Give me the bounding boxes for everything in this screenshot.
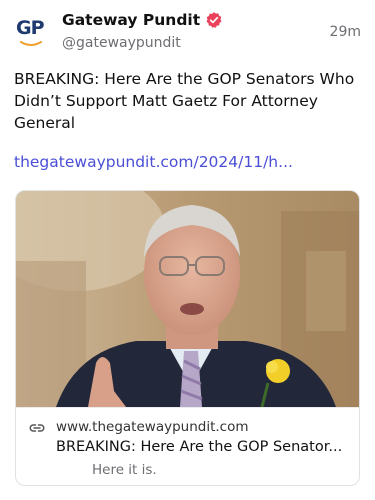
link-preview-card[interactable]: www.thegatewaypundit.com BREAKING: Here … [15, 190, 360, 486]
avatar[interactable]: GP [14, 14, 50, 50]
post-header: GP Gateway Pundit @gatewaypundit 29m [14, 10, 361, 58]
link-domain: www.thegatewaypundit.com [56, 419, 249, 435]
post-link[interactable]: thegatewaypundit.com/2024/11/h... [14, 153, 293, 171]
post-timestamp: 29m [329, 24, 361, 40]
author-handle[interactable]: @gatewaypundit [62, 35, 181, 51]
link-title: BREAKING: Here Are the GOP Senator... [56, 439, 343, 455]
author-name-row: Gateway Pundit [62, 11, 223, 29]
author-name[interactable]: Gateway Pundit [62, 11, 200, 29]
link-preview-meta[interactable]: www.thegatewaypundit.com BREAKING: Here … [16, 407, 359, 485]
link-chain-icon [29, 424, 45, 432]
avatar-swoosh-icon [20, 41, 42, 46]
verified-badge-icon [206, 12, 222, 28]
post-text: BREAKING: Here Are the GOP Senators Who … [14, 70, 355, 132]
avatar-logo-text: GP [16, 17, 45, 39]
link-description: Here it is. [92, 462, 157, 478]
link-preview-image[interactable] [16, 191, 359, 407]
